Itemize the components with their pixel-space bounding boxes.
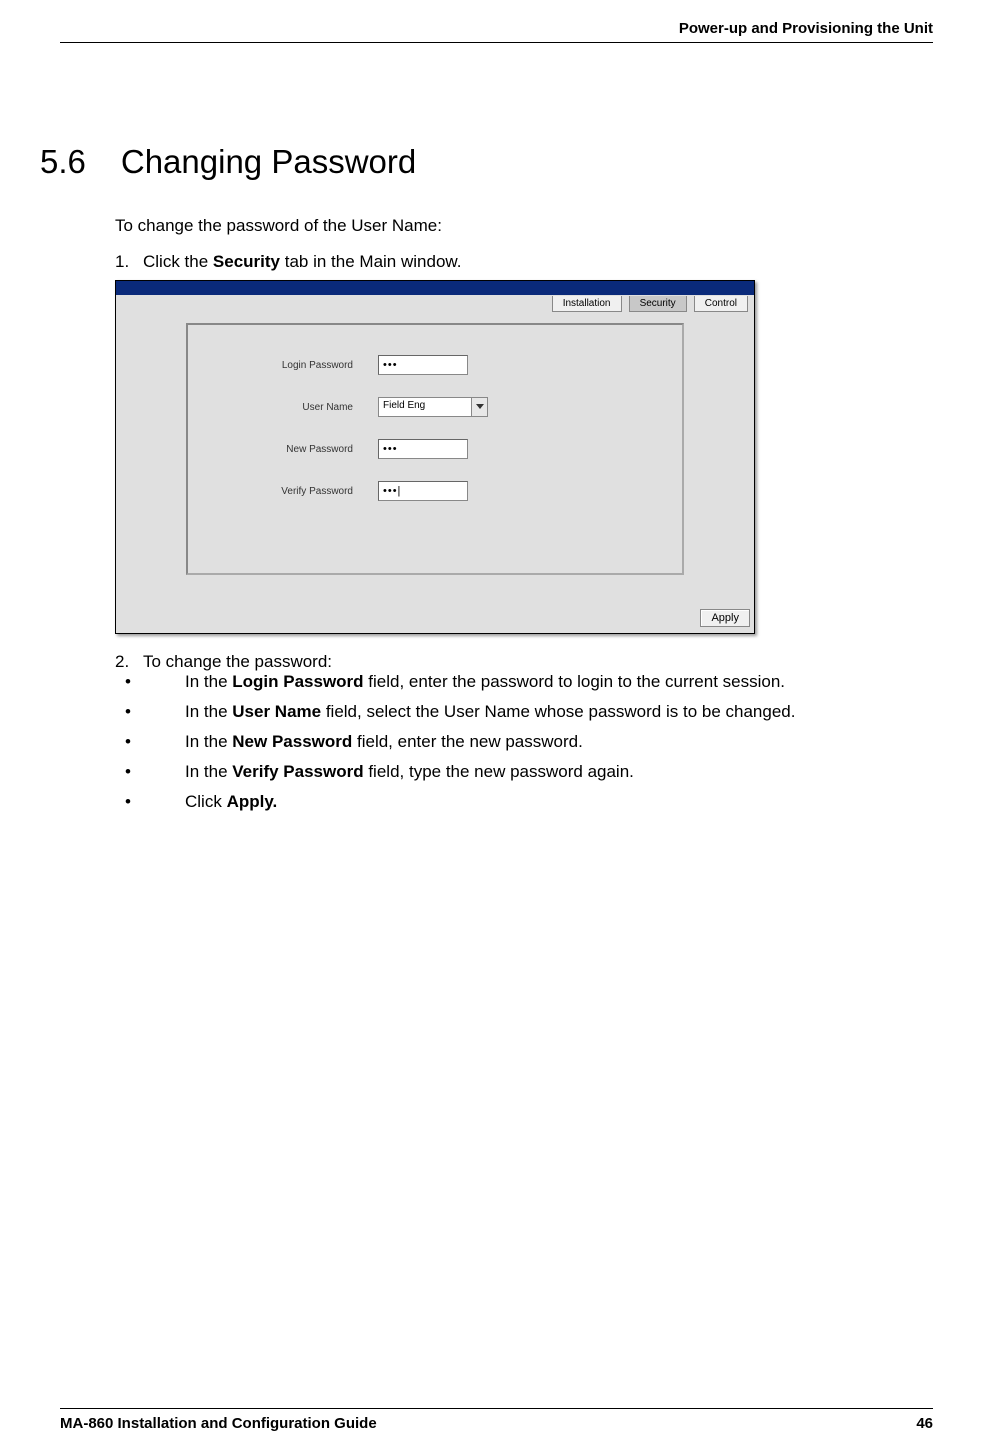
step1-post: tab in the Main window.: [280, 252, 461, 271]
section-title: Changing Password: [121, 143, 416, 180]
label-verify-password: Verify Password: [208, 486, 378, 497]
bullet-new-password: •In the New Password field, enter the ne…: [155, 732, 933, 752]
step2-text: To change the password:: [143, 652, 332, 671]
screenshot-security-window: Installation Security Control Login Pass…: [115, 280, 755, 634]
input-verify-password[interactable]: [378, 481, 468, 501]
row-verify-password: Verify Password: [208, 481, 662, 501]
window-titlebar: [116, 281, 754, 295]
footer-title: MA-860 Installation and Configuration Gu…: [60, 1415, 377, 1432]
window-footer: Apply: [116, 605, 754, 633]
section-number: 5.6: [40, 143, 86, 180]
input-new-password[interactable]: [378, 439, 468, 459]
form-panel: Login Password User Name Field Eng: [186, 323, 684, 575]
select-user-name[interactable]: Field Eng: [378, 397, 488, 417]
tab-installation[interactable]: Installation: [552, 296, 622, 312]
step-2: 2.To change the password: •In the Login …: [115, 652, 933, 812]
page-header: Power-up and Provisioning the Unit: [60, 0, 933, 43]
step-1: 1.Click the Security tab in the Main win…: [115, 252, 933, 634]
step1-bold: Security: [213, 252, 280, 271]
step1-pre: Click the: [143, 252, 213, 271]
input-login-password[interactable]: [378, 355, 468, 375]
page-number: 46: [916, 1415, 933, 1432]
chevron-down-icon: [471, 398, 487, 416]
row-new-password: New Password: [208, 439, 662, 459]
tab-control[interactable]: Control: [694, 296, 748, 312]
tab-bar: Installation Security Control: [116, 295, 754, 323]
page-footer: MA-860 Installation and Configuration Gu…: [60, 1408, 933, 1432]
tab-security[interactable]: Security: [629, 296, 687, 312]
apply-button[interactable]: Apply: [700, 609, 750, 627]
step-number: 2.: [115, 652, 143, 672]
label-login-password: Login Password: [208, 360, 378, 371]
bullet-verify-password: •In the Verify Password field, type the …: [155, 762, 933, 782]
label-new-password: New Password: [208, 444, 378, 455]
row-user-name: User Name Field Eng: [208, 397, 662, 417]
label-user-name: User Name: [208, 402, 378, 413]
bullet-login-password: •In the Login Password field, enter the …: [155, 672, 933, 692]
header-text: Power-up and Provisioning the Unit: [679, 20, 933, 37]
section-heading: 5.6 Changing Password: [40, 143, 933, 181]
step-number: 1.: [115, 252, 143, 272]
row-login-password: Login Password: [208, 355, 662, 375]
intro-text: To change the password of the User Name:: [115, 216, 933, 236]
bullet-apply: •Click Apply.: [155, 792, 933, 812]
content-body: To change the password of the User Name:…: [115, 216, 933, 812]
select-user-name-value: Field Eng: [379, 398, 471, 416]
bullet-user-name: •In the User Name field, select the User…: [155, 702, 933, 722]
